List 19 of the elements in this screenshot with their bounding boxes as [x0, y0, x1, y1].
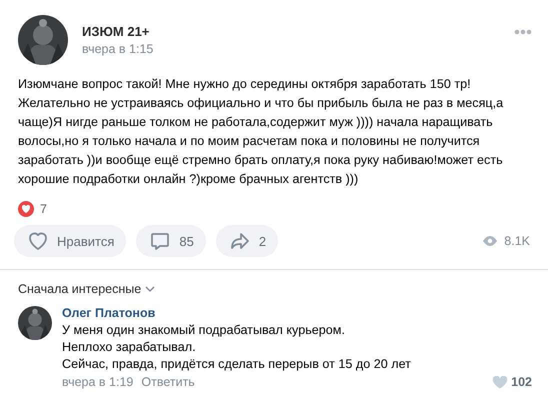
- chevron-icon: [145, 286, 156, 292]
- comment-text: Неплохо зарабатывал.: [62, 339, 197, 356]
- author-name[interactable]: ИЗЮМ 21+: [82, 24, 500, 39]
- post-time: вчера в 1:15: [82, 42, 154, 56]
- sort-dropdown[interactable]: Сначала интересные: [18, 282, 156, 296]
- commenter-name[interactable]: Олег Платонов: [62, 306, 532, 320]
- reply-link[interactable]: Ответить: [141, 375, 195, 389]
- eye-icon: [482, 235, 498, 247]
- more-icon[interactable]: [514, 29, 532, 35]
- view-count: 8.1K: [504, 234, 530, 248]
- comment-button[interactable]: 85: [136, 225, 206, 257]
- comment-text: Сейчас, правда, придётся сделать перерыв от 15 до 20 лет: [62, 356, 412, 373]
- like-button[interactable]: Нравится: [14, 225, 126, 257]
- comment-text: У меня один знакомый подрабатывал курьером.: [62, 322, 346, 339]
- like-count: 102: [511, 375, 532, 389]
- post-text: Изюмчане вопрос такой! Мне нужно до середины октября заработать 150 тр! Желательно не устраиваясь официально и что бы прибыль была не раз в месяц,а чаще)Я нигде раньше толком не работала,содержит муж )))) начала наращивать волосы,но я только начала и по моим расчетам пока и половины не получится заработать ))и вообще ещё стремно брать оплату,я пока руку набиваю!может есть хорошие подработки онлайн ?)кроме брачных агентств ))): [18, 76, 504, 188]
- share-button[interactable]: 2: [216, 225, 278, 257]
- reaction-count: 7: [40, 202, 47, 216]
- comment-time: вчера в 1:19: [62, 375, 134, 389]
